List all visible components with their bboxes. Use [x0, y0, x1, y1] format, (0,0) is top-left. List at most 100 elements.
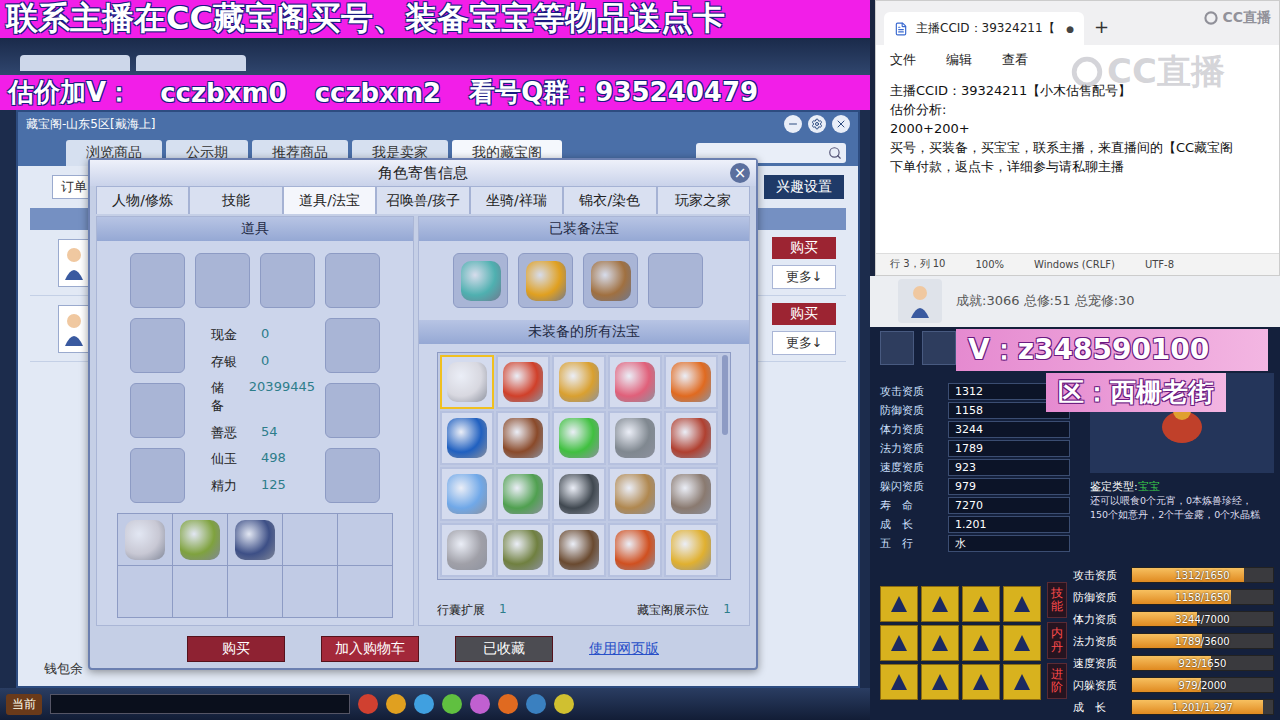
- dialog-tab[interactable]: 锦衣/染色: [563, 186, 656, 214]
- treasure-cell[interactable]: [664, 523, 718, 577]
- equipment-slot[interactable]: [130, 253, 185, 308]
- treasure-cell[interactable]: [608, 523, 662, 577]
- skill-slot[interactable]: [921, 664, 959, 700]
- skill-slot[interactable]: [880, 625, 918, 661]
- strip-tab[interactable]: [20, 55, 130, 71]
- bag-cell[interactable]: [118, 514, 173, 566]
- equipment-slot[interactable]: [195, 253, 250, 308]
- notepad-text[interactable]: 主播CCID：39324211【小木估售配号】估价分析:2000+200+买号，…: [876, 75, 1279, 253]
- skill-slot[interactable]: [962, 625, 1000, 661]
- buy-button[interactable]: 购买: [772, 237, 836, 259]
- bag-cell[interactable]: [228, 514, 283, 566]
- saved-button[interactable]: 已收藏: [455, 636, 553, 662]
- minimize-button[interactable]: [784, 115, 802, 133]
- bag-cell[interactable]: [338, 514, 393, 566]
- toolbar-icon[interactable]: [386, 694, 406, 714]
- toolbar-icon[interactable]: [470, 694, 490, 714]
- toolbar-icon[interactable]: [526, 694, 546, 714]
- close-window-button[interactable]: [832, 115, 850, 133]
- skill-slot[interactable]: [962, 664, 1000, 700]
- skill-slot[interactable]: [880, 586, 918, 622]
- treasure-cell[interactable]: [664, 467, 718, 521]
- pet-tool-icon[interactable]: [922, 331, 956, 365]
- dialog-tab[interactable]: 道具/法宝: [283, 186, 376, 214]
- notepad-tab[interactable]: 主播CCID：39324211【●: [884, 12, 1084, 45]
- menu-item[interactable]: 文件: [890, 51, 916, 69]
- equipment-slot[interactable]: [325, 253, 380, 308]
- treasure-slot[interactable]: [518, 253, 573, 308]
- dialog-tab[interactable]: 技能: [189, 186, 282, 214]
- side-tab[interactable]: 内丹: [1047, 622, 1067, 658]
- skill-slot[interactable]: [1003, 625, 1041, 661]
- treasure-cell[interactable]: [496, 355, 550, 409]
- treasure-cell[interactable]: [440, 467, 494, 521]
- settings-button[interactable]: [808, 115, 826, 133]
- toolbar-icon[interactable]: [442, 694, 462, 714]
- treasure-cell[interactable]: [496, 411, 550, 465]
- dialog-tab[interactable]: 人物/修炼: [96, 186, 189, 214]
- side-tab[interactable]: 进阶: [1047, 663, 1067, 699]
- chat-input[interactable]: [50, 694, 350, 714]
- dialog-close-button[interactable]: ×: [730, 163, 750, 183]
- skill-slot[interactable]: [921, 625, 959, 661]
- buy-button[interactable]: 购买: [187, 636, 285, 662]
- web-version-link[interactable]: 使用网页版: [589, 640, 659, 658]
- menu-item[interactable]: 查看: [1002, 51, 1028, 69]
- side-tab[interactable]: 技能: [1047, 582, 1067, 618]
- bag-cell[interactable]: [118, 566, 173, 618]
- treasure-cell[interactable]: [552, 411, 606, 465]
- more-button[interactable]: 更多↓: [772, 331, 836, 355]
- equipment-slot[interactable]: [130, 318, 185, 373]
- pet-tool-icon[interactable]: [880, 331, 914, 365]
- treasure-cell[interactable]: [552, 467, 606, 521]
- treasure-cell[interactable]: [608, 411, 662, 465]
- toolbar-icon[interactable]: [498, 694, 518, 714]
- treasure-cell[interactable]: [496, 467, 550, 521]
- buy-button[interactable]: 购买: [772, 303, 836, 325]
- toolbar-icon[interactable]: [414, 694, 434, 714]
- treasure-cell[interactable]: [664, 355, 718, 409]
- treasure-cell[interactable]: [664, 411, 718, 465]
- treasure-slot[interactable]: [453, 253, 508, 308]
- skill-slot[interactable]: [1003, 586, 1041, 622]
- new-tab-button[interactable]: +: [1094, 16, 1109, 45]
- treasure-cell[interactable]: [552, 523, 606, 577]
- treasure-cell[interactable]: [608, 355, 662, 409]
- bag-cell[interactable]: [173, 566, 228, 618]
- scrollbar[interactable]: [722, 355, 728, 435]
- treasure-cell[interactable]: [440, 355, 494, 409]
- skill-slot[interactable]: [921, 586, 959, 622]
- dialog-tab[interactable]: 坐骑/祥瑞: [470, 186, 563, 214]
- equipment-slot[interactable]: [325, 383, 380, 438]
- dialog-tab[interactable]: 玩家之家: [657, 186, 750, 214]
- treasure-slot[interactable]: [648, 253, 703, 308]
- dialog-tab[interactable]: 召唤兽/孩子: [376, 186, 469, 214]
- skill-slot[interactable]: [962, 586, 1000, 622]
- treasure-cell[interactable]: [496, 523, 550, 577]
- strip-tab[interactable]: [136, 55, 246, 71]
- more-button[interactable]: 更多↓: [772, 265, 836, 289]
- equipment-slot[interactable]: [130, 383, 185, 438]
- equipment-slot[interactable]: [260, 253, 315, 308]
- equipment-slot[interactable]: [130, 448, 185, 503]
- bag-cell[interactable]: [283, 514, 338, 566]
- menu-item[interactable]: 编辑: [946, 51, 972, 69]
- toolbar-icon[interactable]: [554, 694, 574, 714]
- skill-slot[interactable]: [1003, 664, 1041, 700]
- bag-cell[interactable]: [283, 566, 338, 618]
- equipment-slot[interactable]: [325, 448, 380, 503]
- cart-button[interactable]: 加入购物车: [321, 636, 419, 662]
- skill-slot[interactable]: [880, 664, 918, 700]
- treasure-cell[interactable]: [552, 355, 606, 409]
- toolbar-icon[interactable]: [358, 694, 378, 714]
- treasure-cell[interactable]: [608, 467, 662, 521]
- treasure-cell[interactable]: [440, 411, 494, 465]
- bag-cell[interactable]: [173, 514, 228, 566]
- interest-button[interactable]: 兴趣设置: [764, 175, 844, 199]
- channel-label[interactable]: 当前: [6, 694, 42, 715]
- bag-cell[interactable]: [338, 566, 393, 618]
- bag-cell[interactable]: [228, 566, 283, 618]
- treasure-slot[interactable]: [583, 253, 638, 308]
- equipment-slot[interactable]: [325, 318, 380, 373]
- treasure-cell[interactable]: [440, 523, 494, 577]
